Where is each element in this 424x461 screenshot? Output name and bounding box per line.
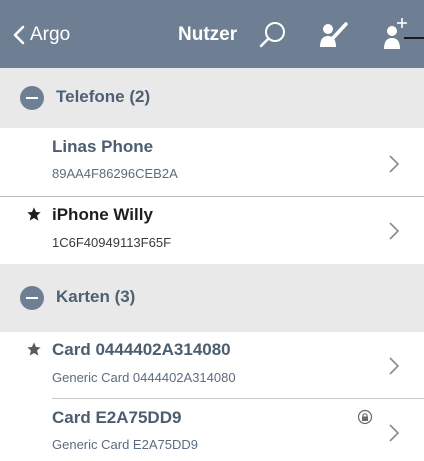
star-icon — [27, 342, 41, 356]
lock-icon — [357, 409, 373, 425]
section-header-telefone: Telefone (2) — [0, 68, 424, 128]
back-chevron-icon — [13, 25, 25, 45]
page-title: Nutzer — [178, 24, 238, 45]
section-header-karten: Karten (3) — [0, 264, 424, 332]
back-label: Argo — [30, 24, 71, 45]
chevron-right-icon — [389, 424, 400, 442]
chevron-right-icon — [389, 357, 400, 375]
item-subtitle: Generic Card 0444402A314080 — [52, 370, 236, 385]
back-button[interactable]: Argo — [12, 22, 70, 48]
list-item[interactable]: Linas Phone 89AA4F86296CEB2A — [0, 128, 424, 196]
list-item[interactable]: iPhone Willy 1C6F40949113F65F — [0, 197, 424, 264]
item-title: Linas Phone — [52, 137, 154, 156]
search-icon[interactable] — [258, 20, 288, 50]
navigation-bar: Argo Nutzer — [0, 0, 424, 68]
item-subtitle: Generic Card E2A75DD9 — [52, 437, 198, 452]
item-subtitle: 1C6F40949113F65F — [52, 235, 172, 250]
collapse-section-icon[interactable] — [20, 286, 44, 310]
item-title: Card E2A75DD9 — [52, 408, 182, 427]
list-item[interactable]: Card E2A75DD9 Generic Card E2A75DD9 — [0, 399, 424, 461]
user-key-icon[interactable] — [316, 18, 352, 50]
section-title: Telefone (2) — [56, 87, 151, 106]
star-icon — [27, 207, 41, 221]
item-subtitle: 89AA4F86296CEB2A — [52, 166, 178, 181]
collapse-section-icon[interactable] — [20, 86, 44, 110]
chevron-right-icon — [389, 222, 400, 240]
section-title: Karten (3) — [56, 287, 136, 306]
add-user-icon[interactable] — [382, 16, 410, 50]
item-title: iPhone Willy — [52, 205, 153, 224]
chevron-right-icon — [389, 155, 400, 173]
list-item[interactable]: Card 0444402A314080 Generic Card 0444402… — [0, 332, 424, 398]
item-title: Card 0444402A314080 — [52, 340, 231, 359]
divider-line — [404, 37, 424, 39]
